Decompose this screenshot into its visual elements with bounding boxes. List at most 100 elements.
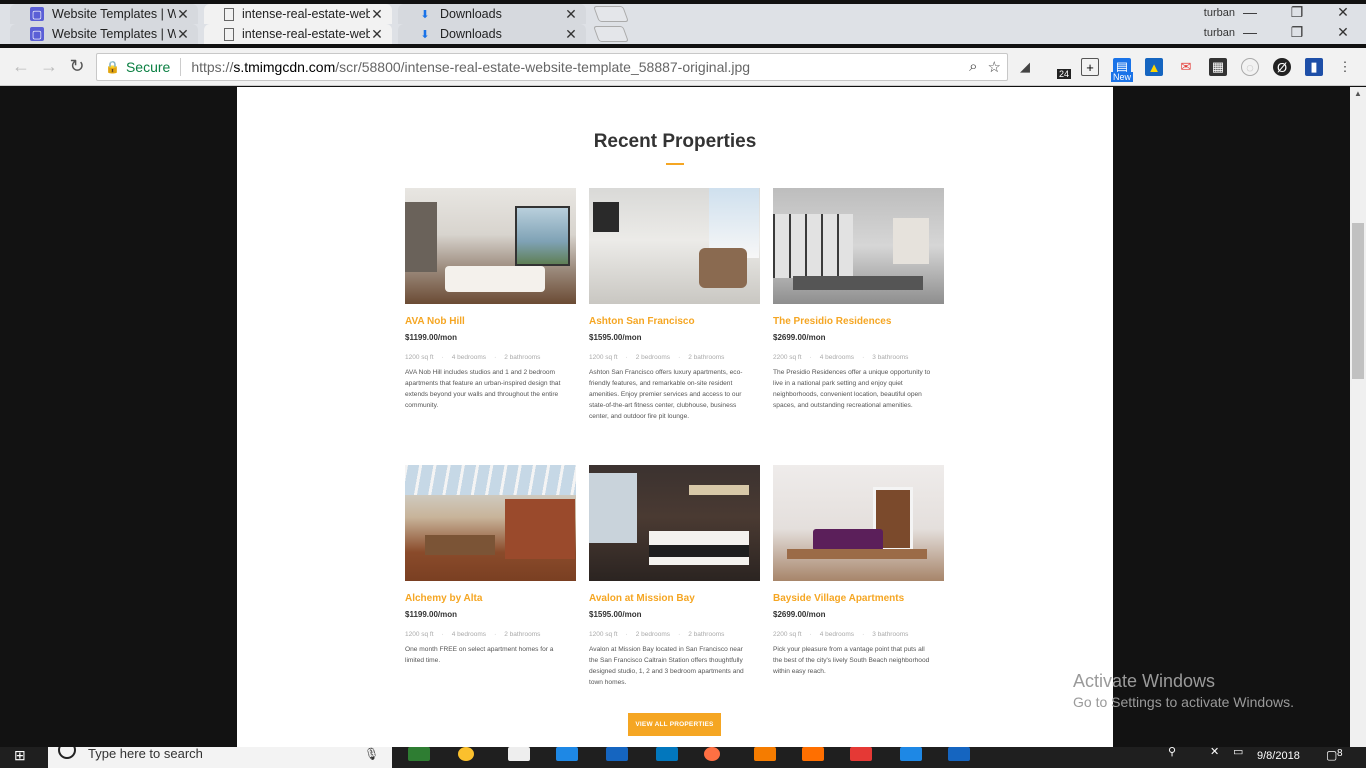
firefox-icon[interactable]	[704, 747, 720, 761]
vlc-icon[interactable]	[754, 747, 776, 761]
tab-intense-real-estate[interactable]: intense-real-estate-websi ✕	[204, 24, 392, 44]
people-icon[interactable]: ⚲	[1168, 747, 1176, 758]
property-description: The Presidio Residences offer a unique o…	[773, 369, 931, 409]
restore-icon[interactable]: ❐	[1277, 24, 1317, 41]
zoom-icon[interactable]: ⌕	[969, 58, 977, 76]
notification-icon[interactable]: ▢	[1326, 748, 1337, 762]
close-icon[interactable]: ✕	[370, 6, 384, 23]
close-icon[interactable]: ✕	[176, 6, 190, 23]
minimize-icon[interactable]: —	[1230, 24, 1270, 40]
extension-badge: 24	[1057, 69, 1072, 79]
extension-mail-icon[interactable]: ✉	[1177, 58, 1195, 76]
minimize-icon[interactable]: —	[1230, 4, 1270, 20]
extension-page-icon[interactable]: +	[1081, 58, 1099, 76]
bookmark-star-icon[interactable]: ☆	[988, 58, 1001, 76]
property-name[interactable]: Bayside Village Apartments	[773, 593, 944, 607]
property-meta: 1200 sq ft · 4 bedrooms · 2 bathrooms	[405, 354, 541, 361]
property-description: Ashton San Francisco offers luxury apart…	[589, 369, 743, 420]
property-photo[interactable]	[773, 188, 944, 304]
tab-downloads[interactable]: ⬇ Downloads ✕	[398, 24, 586, 44]
property-name[interactable]: The Presidio Residences	[773, 316, 944, 330]
taskbar-app-icon[interactable]	[656, 747, 678, 761]
reload-icon[interactable]: ↻	[66, 56, 88, 77]
tab-website-templates[interactable]: ▢ Website Templates | Web ✕	[10, 4, 198, 24]
tab-downloads[interactable]: ⬇ Downloads ✕	[398, 4, 586, 24]
youtube-icon[interactable]	[850, 747, 872, 761]
clock-date[interactable]: 9/8/2018	[1257, 750, 1300, 762]
property-meta: 2200 sq ft · 4 bedrooms · 3 bathrooms	[773, 631, 909, 638]
close-window-icon[interactable]: ✕	[1323, 24, 1363, 41]
close-icon[interactable]: ✕	[564, 26, 578, 43]
menu-icon[interactable]: ⋮	[1336, 58, 1354, 76]
url-text[interactable]: https://s.tmimgcdn.com/scr/58800/intense…	[191, 59, 750, 75]
chrome-icon[interactable]	[458, 747, 474, 761]
illustrator-icon[interactable]	[802, 747, 824, 761]
view-all-properties-button[interactable]: VIEW ALL PROPERTIES	[628, 713, 721, 736]
activate-title: Activate Windows	[1073, 671, 1216, 691]
close-icon[interactable]: ✕	[564, 6, 578, 23]
property-bathrooms: 2 bathrooms	[688, 354, 725, 361]
property-photo[interactable]	[589, 188, 760, 304]
extension-circle-icon[interactable]: ◌	[1241, 58, 1259, 76]
system-tray-icon[interactable]: ✕	[1210, 747, 1219, 758]
photoshop-icon[interactable]	[606, 747, 628, 761]
property-price: $1199.00/mon	[405, 333, 458, 342]
new-badge: New	[1111, 72, 1134, 82]
close-window-icon[interactable]: ✕	[1323, 4, 1363, 21]
restore-icon[interactable]: ❐	[1277, 4, 1317, 21]
property-price: $1595.00/mon	[589, 333, 642, 342]
extension-bookmark-icon[interactable]: ▮	[1305, 58, 1323, 76]
property-photo[interactable]	[589, 465, 760, 581]
scrollbar-thumb[interactable]	[1352, 223, 1364, 379]
activate-windows-watermark: Activate Windows Go to Settings to activ…	[1073, 671, 1294, 710]
property-bedrooms: 4 bedrooms	[451, 354, 487, 361]
new-tab-button[interactable]	[593, 26, 629, 42]
close-icon[interactable]: ✕	[176, 26, 190, 43]
vertical-scrollbar[interactable]: ▲	[1350, 87, 1366, 747]
property-sqft: 1200 sq ft	[589, 631, 618, 638]
scroll-up-icon[interactable]: ▲	[1350, 89, 1366, 98]
windows-start-icon[interactable]: ⊞	[14, 747, 26, 764]
property-photo[interactable]	[405, 188, 576, 304]
property-photo[interactable]	[405, 465, 576, 581]
property-description: AVA Nob Hill includes studios and 1 and …	[405, 369, 561, 409]
word-icon[interactable]	[948, 747, 970, 761]
property-price: $2699.00/mon	[773, 610, 826, 619]
extension-dark-icon[interactable]: Ø	[1273, 58, 1291, 76]
close-icon[interactable]: ✕	[370, 26, 384, 43]
property-photo[interactable]	[773, 465, 944, 581]
taskbar-search[interactable]: Type here to search	[48, 747, 392, 768]
property-name[interactable]: Avalon at Mission Bay	[589, 593, 760, 607]
property-name[interactable]: AVA Nob Hill	[405, 316, 576, 330]
forward-icon[interactable]: →	[38, 56, 60, 77]
property-description: Avalon at Mission Bay located in San Fra…	[589, 646, 744, 686]
taskbar-app-icon[interactable]	[408, 747, 430, 761]
taskbar-app-icon[interactable]	[508, 747, 530, 761]
tab-website-templates[interactable]: ▢ Website Templates | Web ✕	[10, 24, 198, 44]
lock-icon: 🔒	[105, 60, 120, 74]
address-bar[interactable]: 🔒 Secure https://s.tmimgcdn.com/scr/5880…	[96, 53, 1008, 81]
tab-intense-real-estate[interactable]: intense-real-estate-websi ✕	[204, 4, 392, 24]
property-bedrooms: 4 bedrooms	[451, 631, 487, 638]
property-meta: 1200 sq ft · 2 bedrooms · 2 bathrooms	[589, 631, 725, 638]
property-description: One month FREE on select apartment homes…	[405, 646, 554, 664]
taskbar-app-icon[interactable]	[556, 747, 578, 761]
microphone-icon[interactable]: 🎙	[364, 747, 379, 761]
tab-strip-2: ▢ Website Templates | Web ✕ intense-real…	[0, 24, 1366, 44]
new-tab-button[interactable]	[593, 6, 629, 22]
property-meta: 1200 sq ft · 2 bedrooms · 2 bathrooms	[589, 354, 725, 361]
divider	[180, 58, 182, 76]
title-underline	[666, 163, 684, 165]
extension-yellow-icon[interactable]: ▲	[1145, 58, 1163, 76]
eraser-icon[interactable]: ◢	[1016, 58, 1034, 76]
property-card: Bayside Village Apartments $2699.00/mon …	[773, 465, 944, 677]
clapperboard-icon[interactable]: ▦	[1209, 58, 1227, 76]
template-monster-icon: ▢	[30, 7, 44, 21]
property-bathrooms: 2 bathrooms	[688, 631, 725, 638]
property-name[interactable]: Alchemy by Alta	[405, 593, 576, 607]
network-icon[interactable]: ▭	[1233, 747, 1243, 758]
property-bedrooms: 2 bedrooms	[635, 354, 671, 361]
property-name[interactable]: Ashton San Francisco	[589, 316, 760, 330]
edge-icon[interactable]	[900, 747, 922, 761]
back-icon[interactable]: ←	[10, 56, 32, 77]
